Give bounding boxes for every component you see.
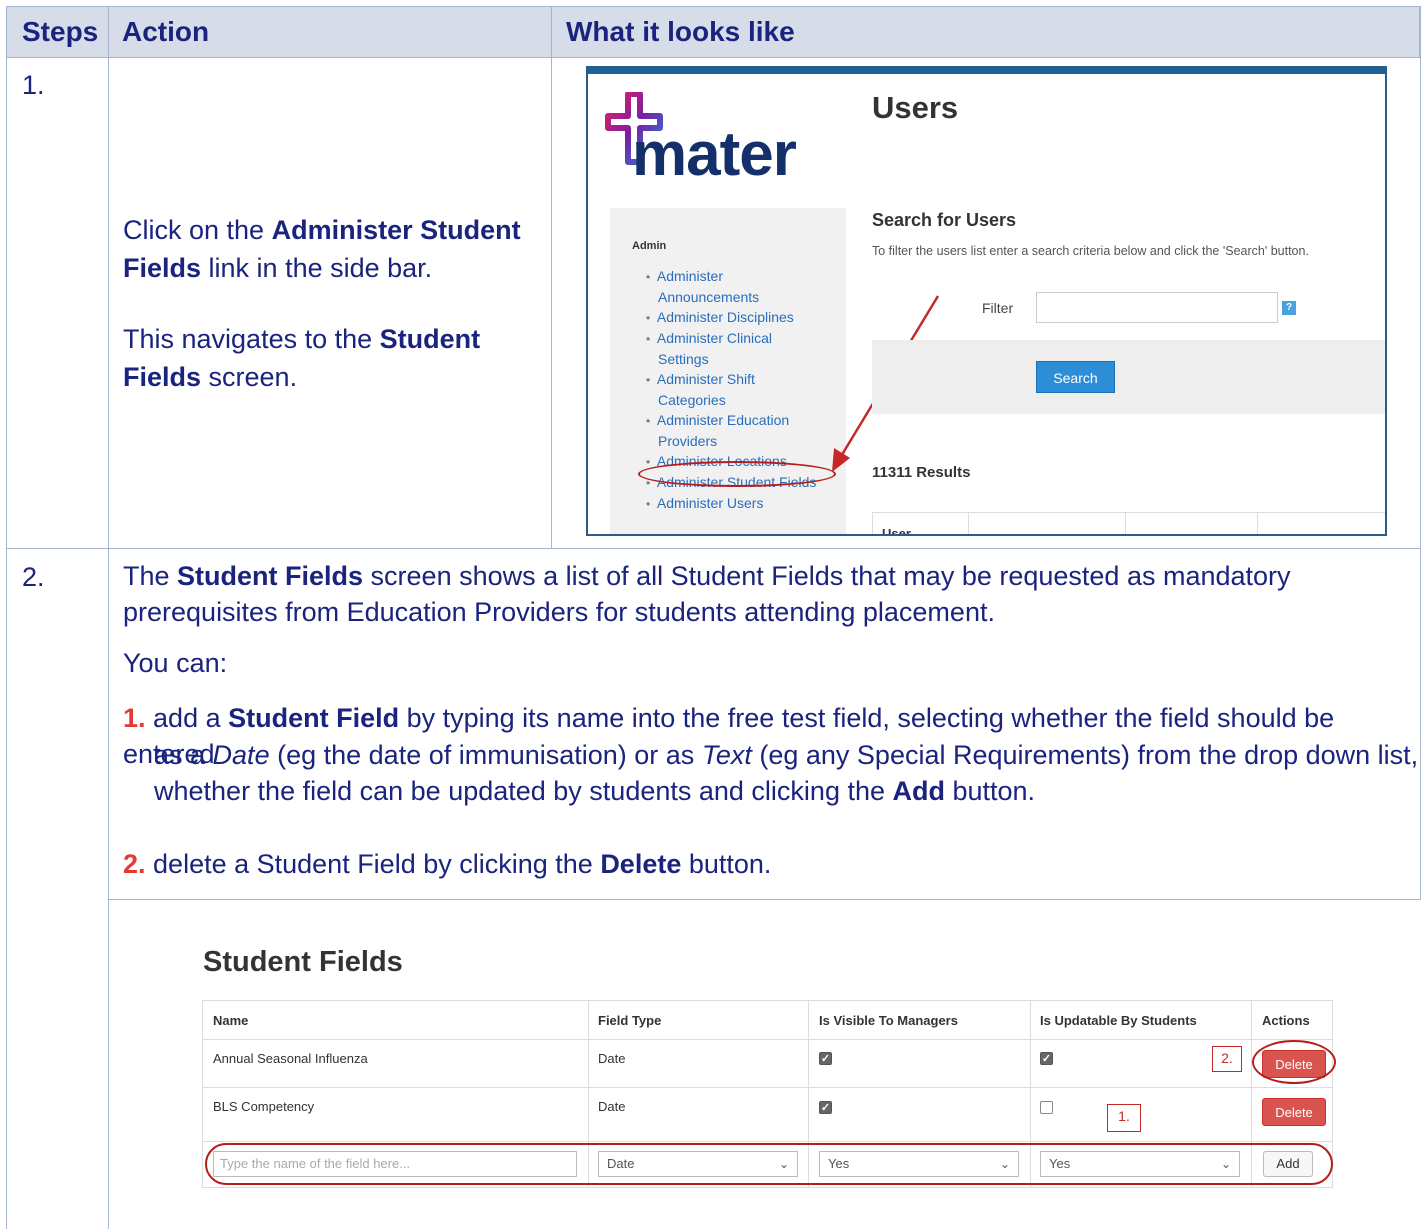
search-heading: Search for Users <box>872 210 1017 230</box>
looks-header: What it looks like <box>566 16 795 47</box>
row2-name: BLS Competency <box>213 1099 315 1114</box>
sidebar-item-shift-categories-cont[interactable]: Categories <box>646 390 846 410</box>
filter-input[interactable] <box>1036 292 1278 323</box>
step-number-2: 2. <box>22 562 45 592</box>
student-fields-highlight <box>638 461 836 487</box>
mater-logo-text: mater <box>632 120 797 189</box>
sidebar-item-disciplines[interactable]: • Administer Disciplines <box>646 307 846 328</box>
table-border-right <box>1420 6 1421 899</box>
row1-name: Annual Seasonal Influenza <box>213 1051 368 1066</box>
search-button[interactable]: Search <box>1036 361 1115 393</box>
results-col-divider-1 <box>968 512 969 534</box>
sidebar-item-announcements-cont[interactable]: Announcements <box>646 287 846 307</box>
sf-row-divider-3 <box>203 1141 1333 1142</box>
step2-item-delete: 2. delete a Student Field by clicking th… <box>123 849 772 879</box>
sidebar-item-clinical-settings-cont[interactable]: Settings <box>646 349 846 369</box>
sidebar-item-shift-categories[interactable]: • Administer Shift <box>646 369 846 390</box>
new-row-highlight <box>205 1143 1333 1185</box>
row2-visible-checkbox[interactable] <box>819 1101 832 1114</box>
col-visible-to-managers: Is Visible To Managers <box>819 1013 958 1028</box>
search-help-text: To filter the users list enter a search … <box>872 244 1309 258</box>
sidebar-item-announcements[interactable]: • Administer <box>646 266 846 287</box>
table-border-left <box>6 6 7 1229</box>
col-name: Name <box>213 1013 249 1028</box>
top-accent-bar <box>588 68 1385 74</box>
step2-item-add-cont: as a Date (eg the date of immunisation) … <box>154 740 1419 806</box>
student-fields-title: Student Fields <box>203 946 403 978</box>
step-number-1: 1. <box>22 70 45 100</box>
sidebar-item-education-providers-cont[interactable]: Providers <box>646 431 846 451</box>
sf-row-divider-2 <box>203 1087 1333 1088</box>
results-count: 11311 Results <box>872 464 971 481</box>
delete-highlight <box>1252 1040 1336 1084</box>
row1-type: Date <box>598 1051 626 1066</box>
results-col-divider-2 <box>1125 512 1126 534</box>
col-field-type: Field Type <box>598 1013 662 1028</box>
sidebar-item-clinical-settings[interactable]: • Administer Clinical <box>646 328 846 349</box>
results-col-divider-3 <box>1257 512 1258 534</box>
users-screenshot: mater Users Admin • Administer Announcem… <box>586 66 1387 536</box>
column-divider-action <box>551 6 552 548</box>
row-divider-1 <box>6 548 1421 549</box>
step2-intro: The Student Fields screen shows a list o… <box>123 561 1291 627</box>
callout-1: 1. <box>1107 1104 1141 1132</box>
step1-result: This navigates to the Student Fields scr… <box>123 324 481 392</box>
results-col-user: User <box>882 526 911 536</box>
sidebar-heading: Admin <box>632 240 667 252</box>
col-updatable-by-students: Is Updatable By Students <box>1040 1013 1197 1028</box>
col-actions: Actions <box>1262 1013 1310 1028</box>
steps-header: Steps <box>22 16 99 47</box>
step1-instruction: Click on the Administer Student Fields l… <box>123 215 521 283</box>
row1-visible-checkbox[interactable] <box>819 1052 832 1065</box>
column-divider-steps <box>108 6 109 1229</box>
sf-row-divider-1 <box>203 1039 1333 1040</box>
sidebar-item-users[interactable]: • Administer Users <box>646 493 846 514</box>
help-icon[interactable]: ? <box>1282 301 1296 315</box>
search-button-band <box>872 340 1385 414</box>
row1-updatable-checkbox[interactable] <box>1040 1052 1053 1065</box>
results-table <box>872 512 1385 534</box>
row-divider-2 <box>108 899 1421 900</box>
sidebar-item-education-providers[interactable]: • Administer Education <box>646 410 846 431</box>
page-title: Users <box>872 90 959 125</box>
action-header: Action <box>122 16 210 47</box>
row2-type: Date <box>598 1099 626 1114</box>
row2-updatable-checkbox[interactable] <box>1040 1101 1053 1114</box>
filter-label: Filter <box>982 300 1014 316</box>
row2-delete-button[interactable]: Delete <box>1262 1098 1326 1126</box>
callout-2: 2. <box>1212 1046 1242 1072</box>
you-can-text: You can: <box>123 648 228 678</box>
